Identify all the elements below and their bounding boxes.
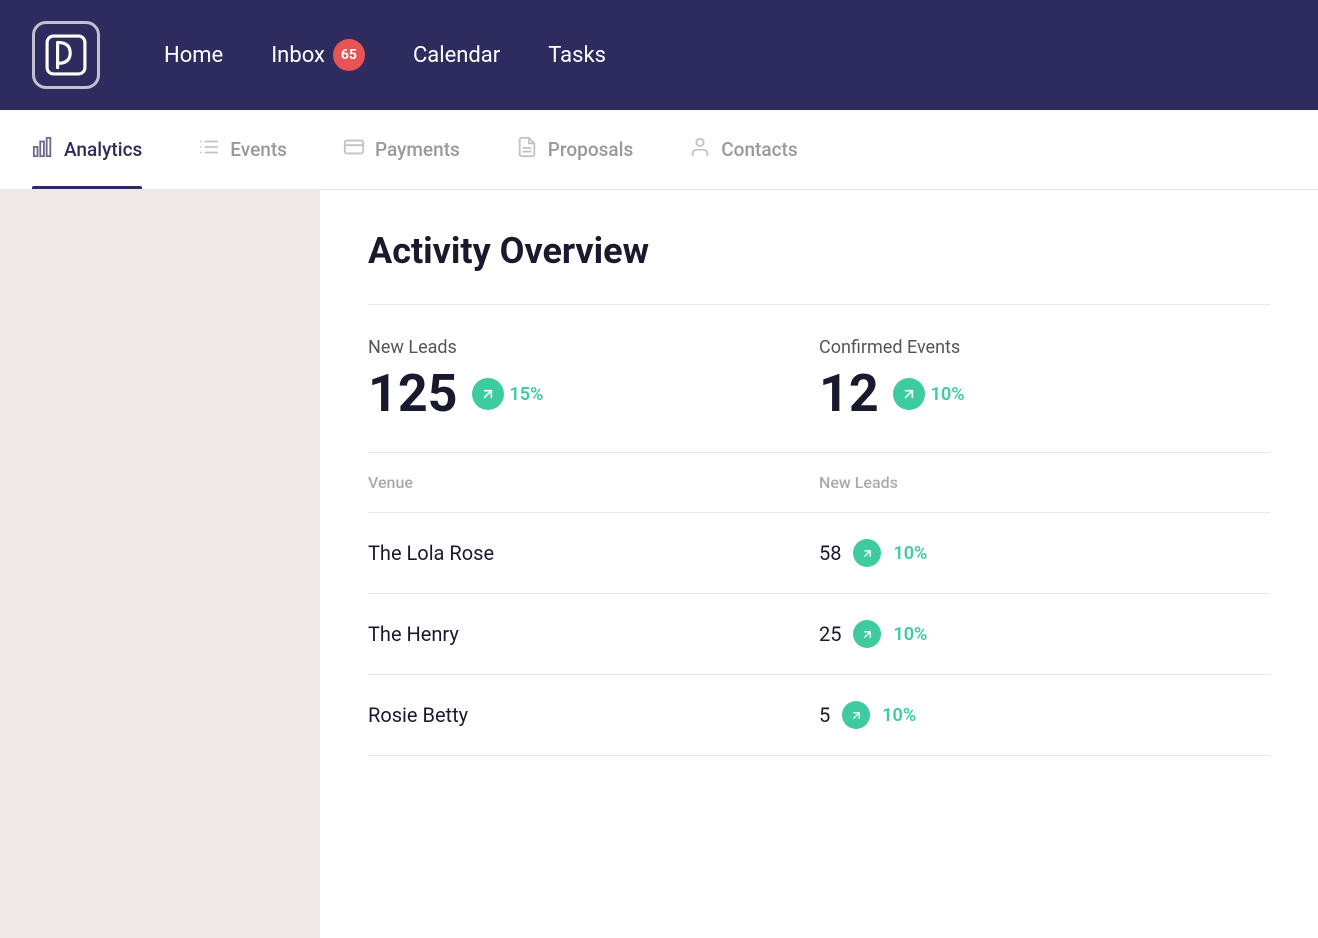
tab-proposals[interactable]: Proposals [516,110,633,189]
logo-icon [45,34,87,76]
credit-card-icon [343,136,365,163]
bar-chart-icon [32,136,54,163]
leads-pct-2: 10% [882,705,916,726]
table-header: Venue New Leads [368,453,1270,513]
table-row: The Henry 25 10% [368,594,1270,675]
stat-confirmed-events-number: 12 [819,368,879,420]
inbox-badge: 65 [333,39,365,71]
leads-pct-1: 10% [893,624,927,645]
table-row: The Lola Rose 58 10% [368,513,1270,594]
arrow-up-icon-2 [893,378,925,410]
stat-new-leads-number: 125 [368,368,458,420]
nav-home[interactable]: Home [164,43,223,68]
venue-name-1: The Henry [368,622,819,646]
venue-name-2: Rosie Betty [368,703,819,727]
content-area: Activity Overview New Leads 125 15% [320,190,1318,938]
stat-new-leads-label: New Leads [368,337,779,358]
sidebar [0,190,320,938]
col-header-leads: New Leads [819,473,1270,492]
page-title: Activity Overview [368,230,1270,272]
stat-new-leads-pct: 15% [510,384,544,405]
tab-payments[interactable]: Payments [343,110,460,189]
tab-events[interactable]: Events [198,110,287,189]
tab-contacts[interactable]: Contacts [689,110,797,189]
table-row: Rosie Betty 5 10% [368,675,1270,756]
leads-2: 5 10% [819,701,1270,729]
stat-new-leads: New Leads 125 15% [368,337,819,420]
person-icon [689,136,711,163]
document-icon [516,136,538,163]
venue-name-0: The Lola Rose [368,541,819,565]
stats-row: New Leads 125 15% Confirmed Events [368,304,1270,452]
stat-confirmed-events: Confirmed Events 12 10% [819,337,1270,420]
sub-nav: Analytics Events Payments Proposals [0,110,1318,190]
leads-count-0: 58 [819,541,841,565]
arrow-icon-2 [842,701,870,729]
top-nav: Home Inbox 65 Calendar Tasks [0,0,1318,110]
nav-tasks[interactable]: Tasks [548,43,606,68]
venue-table: Venue New Leads The Lola Rose 58 10% The… [368,452,1270,756]
list-icon [198,136,220,163]
nav-calendar[interactable]: Calendar [413,43,500,68]
arrow-icon-0 [853,539,881,567]
stat-confirmed-events-label: Confirmed Events [819,337,1230,358]
stat-confirmed-events-value-row: 12 10% [819,368,1230,420]
leads-pct-0: 10% [893,543,927,564]
leads-count-1: 25 [819,622,841,646]
nav-inbox[interactable]: Inbox 65 [271,39,365,71]
leads-0: 58 10% [819,539,1270,567]
arrow-up-icon [472,378,504,410]
leads-count-2: 5 [819,703,830,727]
arrow-icon-1 [853,620,881,648]
stat-new-leads-value-row: 125 15% [368,368,779,420]
tab-analytics[interactable]: Analytics [32,110,142,189]
stat-new-leads-badge: 15% [472,378,544,410]
leads-1: 25 10% [819,620,1270,648]
logo[interactable] [32,21,100,89]
stat-confirmed-events-badge: 10% [893,378,965,410]
stat-confirmed-events-pct: 10% [931,384,965,405]
main-content: Activity Overview New Leads 125 15% [0,190,1318,938]
col-header-venue: Venue [368,473,819,492]
